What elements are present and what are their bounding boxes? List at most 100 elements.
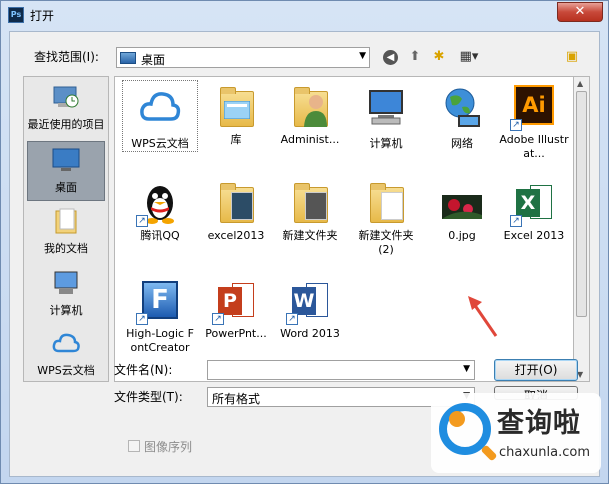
chaxunla-logo-icon <box>439 403 491 455</box>
filename-label: 文件名(N): <box>114 363 173 377</box>
file-label: Adobe Illustrat... <box>499 133 569 160</box>
user-folder-icon <box>288 85 332 129</box>
file-label: 计算机 <box>369 137 403 150</box>
file-item[interactable]: W ↗ Word 2013 <box>273 275 347 341</box>
file-item[interactable]: 计算机 <box>349 81 423 151</box>
computer-icon <box>54 271 78 294</box>
place-label: 最近使用的项目 <box>27 118 105 131</box>
file-item[interactable]: Ai ↗ Adobe Illustrat... <box>497 81 571 161</box>
chevron-down-icon[interactable]: ▼ <box>463 364 470 374</box>
image-thumbnail-icon <box>440 181 484 225</box>
place-computer[interactable]: 计算机 <box>27 265 105 325</box>
place-documents[interactable]: 我的文档 <box>27 203 105 263</box>
title-bar[interactable]: Ps 打开 ✕ <box>1 1 608 29</box>
lookin-value: 桌面 <box>141 53 166 67</box>
file-label: High-Logic FontCreator <box>126 327 194 354</box>
file-item[interactable]: excel2013 <box>199 177 273 243</box>
close-button[interactable]: ✕ <box>557 2 603 22</box>
shortcut-arrow-icon: ↗ <box>212 313 224 325</box>
file-label: Administ... <box>280 133 340 146</box>
watermark-brand: 查询啦 <box>497 408 581 439</box>
filetype-value: 所有格式 <box>212 392 261 406</box>
documents-icon <box>55 208 77 234</box>
open-button[interactable]: 打开(O) <box>494 359 578 381</box>
image-sequence-checkbox[interactable] <box>128 440 140 452</box>
file-item[interactable]: X ↗ Excel 2013 <box>497 177 571 243</box>
file-label: 网络 <box>451 137 473 150</box>
file-label: PowerPnt... <box>205 327 267 340</box>
window-title: 打开 <box>30 9 55 23</box>
file-label: 0.jpg <box>448 229 476 242</box>
file-item[interactable]: 新建文件夹 <box>273 177 347 243</box>
shortcut-arrow-icon: ↗ <box>136 313 148 325</box>
place-desktop[interactable]: 桌面 <box>27 141 105 201</box>
chevron-down-icon: ▼ <box>359 51 366 61</box>
filetype-label: 文件类型(T): <box>114 390 183 404</box>
back-arrow-icon[interactable]: ◀ <box>383 50 398 65</box>
places-bar: 最近使用的项目 桌面 我的文档 计算机 WPS云文档 <box>23 76 109 382</box>
file-item[interactable]: P ↗ PowerPnt... <box>199 275 273 341</box>
shortcut-arrow-icon: ↗ <box>510 215 522 227</box>
folder-icon <box>288 181 332 225</box>
logo-dot <box>449 411 465 427</box>
place-label: 计算机 <box>49 304 83 317</box>
folder-icon <box>214 181 258 225</box>
desktop-icon <box>120 52 136 64</box>
library-folder-icon <box>214 85 258 129</box>
shortcut-arrow-icon: ↗ <box>286 313 298 325</box>
qq-penguin-icon: ↗ <box>136 181 182 227</box>
lookin-dropdown[interactable]: 桌面 ▼ <box>116 47 370 68</box>
file-label: excel2013 <box>207 229 265 242</box>
place-label: 我的文档 <box>44 242 88 255</box>
shortcut-arrow-icon: ↗ <box>510 119 522 131</box>
view-menu-icon[interactable]: ▦▾ <box>454 48 484 66</box>
photoshop-app-icon: Ps <box>8 7 24 23</box>
file-item[interactable]: Administ... <box>273 81 347 147</box>
watermark-domain: chaxunla.com <box>499 445 590 460</box>
file-item[interactable]: ↗ 腾讯QQ <box>123 177 197 243</box>
file-label: Excel 2013 <box>503 229 565 242</box>
image-sequence-label: 图像序列 <box>144 440 193 454</box>
cloud-icon <box>52 333 80 353</box>
shortcut-arrow-icon: ↗ <box>136 215 148 227</box>
illustrator-icon: Ai ↗ <box>510 85 556 131</box>
watermark-badge: 查询啦 chaxunla.com <box>431 393 601 473</box>
file-item[interactable]: WPS云文档 <box>122 80 198 152</box>
up-folder-icon[interactable]: ⬆ <box>406 48 424 66</box>
place-label: 桌面 <box>55 181 77 194</box>
file-label: 新建文件夹 (2) <box>358 229 414 256</box>
scroll-up-icon[interactable]: ▲ <box>577 79 583 88</box>
cloud-icon <box>140 92 181 121</box>
file-item[interactable]: 0.jpg <box>425 177 499 243</box>
file-label: 腾讯QQ <box>140 229 180 242</box>
place-recent[interactable]: 最近使用的项目 <box>27 79 105 139</box>
network-globe-icon <box>445 88 480 127</box>
powerpoint-icon: P ↗ <box>212 279 258 325</box>
folder-icon <box>364 181 408 225</box>
file-label: Word 2013 <box>280 327 340 340</box>
file-list-view[interactable]: WPS云文档 库 Administ... 计算机 网络 Ai ↗ Adobe I… <box>114 76 574 382</box>
new-folder-icon[interactable]: ✱ <box>430 48 448 66</box>
fontcreator-icon: F ↗ <box>136 279 182 325</box>
lookin-label: 查找范围(I): <box>34 50 99 64</box>
file-label: WPS云文档 <box>131 137 189 150</box>
file-item[interactable]: 库 <box>199 81 273 147</box>
red-arrow-annotation <box>468 296 498 337</box>
file-item[interactable]: 网络 <box>425 81 499 151</box>
word-icon: W ↗ <box>286 279 332 325</box>
folder-star-icon[interactable]: ▣ <box>563 48 581 66</box>
excel-icon: X ↗ <box>510 181 556 227</box>
file-label: 库 <box>230 133 242 146</box>
desktop-icon <box>52 148 80 171</box>
vertical-scrollbar[interactable]: ▲ ▼ <box>574 76 590 382</box>
place-wps-cloud[interactable]: WPS云文档 <box>27 325 105 385</box>
filename-input[interactable]: ▼ <box>207 360 475 380</box>
file-item[interactable]: 新建文件夹 (2) <box>349 177 423 257</box>
open-dialog-window: Ps 打开 ✕ 查找范围(I): 桌面 ▼ ◀ ⬆ ✱ ▦▾ ▣ 最近使用的项目 <box>0 0 609 484</box>
computer-icon <box>369 90 403 125</box>
scrollbar-thumb[interactable] <box>576 91 587 317</box>
file-item[interactable]: F ↗ High-Logic FontCreator <box>123 275 197 355</box>
file-label: 新建文件夹 <box>282 229 338 242</box>
recent-items-icon <box>53 86 79 108</box>
place-label: WPS云文档 <box>37 364 95 377</box>
